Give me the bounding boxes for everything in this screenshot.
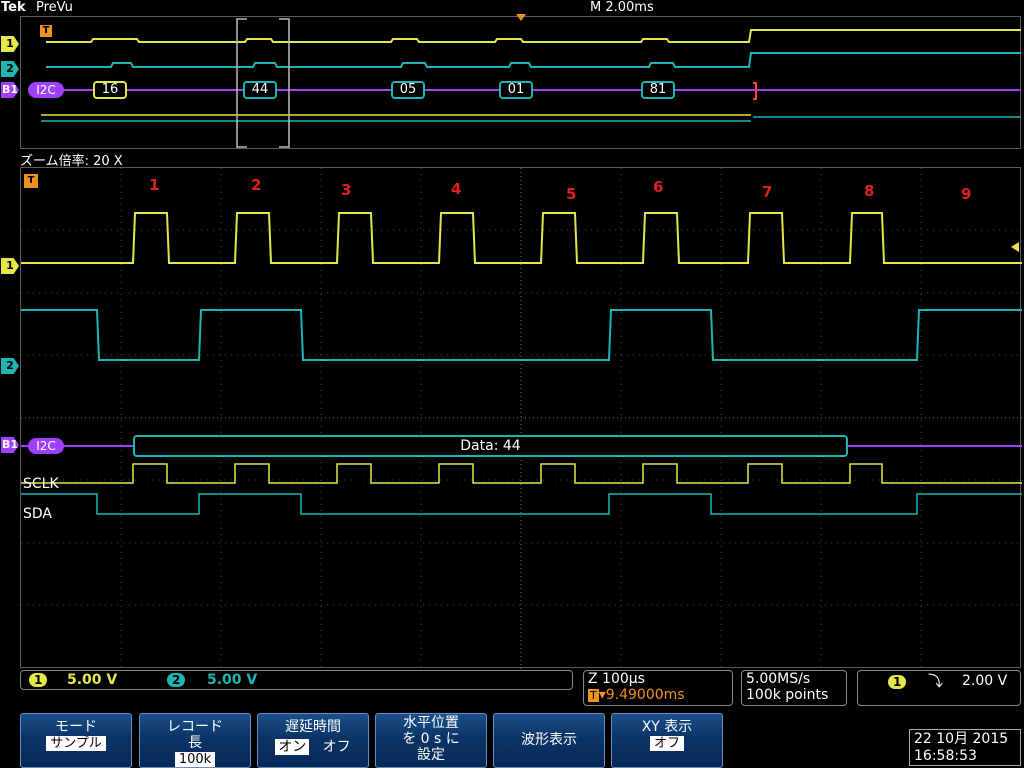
softkey-set-zero-label2: を 0 s に [402,731,460,747]
trigger-marker-main[interactable]: T [24,174,38,188]
softkey-xy-label: XY 表示 [641,719,693,735]
zoom-readout[interactable]: Z 100µs T ▾9.49000ms [583,670,733,706]
timebase-readout: M 2.00ms [590,0,654,15]
bus-marker-main[interactable]: B1 [1,437,19,453]
softkey-mode[interactable]: モード サンプル [20,713,132,768]
ch2-badge[interactable]: 2 [167,673,186,687]
bit-number: 8 [864,182,875,200]
bus-byte-data: 05 [391,81,425,99]
main-waveforms [21,168,1022,669]
bus-label: I2C [28,82,64,98]
bus-byte-data: 01 [499,81,533,99]
bus-label: I2C [28,438,64,454]
softkey-set-horizontal-zero[interactable]: 水平位置 を 0 s に 設定 [375,713,487,768]
trigger-marker-overview[interactable]: T [40,25,52,37]
decoded-packet: Data: 44 [133,435,848,457]
trigger-position: T ▾9.49000ms [588,687,685,703]
main-waveform-plot[interactable]: Data: 44 I2C 1 2 3 4 5 6 7 8 9 SCLK SDA [20,167,1022,669]
date-time-display: 22 10月 2015 16:58:53 [909,729,1021,766]
trigger-readout[interactable]: 1 ⤵ 2.00 V [857,670,1021,706]
sample-rate: 5.00MS/s [746,671,811,687]
ch2-marker-overview[interactable]: 2 [1,61,19,77]
zoom-scale: Z 100µs [588,671,645,687]
channel-readout-bar: 1 5.00 V 2 5.00 V [20,670,573,690]
bit-number: 6 [653,178,664,196]
bit-number: 4 [451,180,462,198]
top-status-bar: Tek PreVu M 2.00ms [0,0,1024,16]
softkey-record-length-value: 100k [174,752,216,767]
softkey-record-length-label2: 長 [188,735,202,751]
softkey-mode-value: サンプル [46,736,106,751]
trigger-slope-icon: ⤵ [928,672,944,690]
bit-number: 2 [251,176,262,194]
record-points: 100k points [746,687,829,703]
tek-logo: Tek [1,0,26,15]
softkey-record-length-label: レコード [167,719,223,735]
ch1-marker-overview[interactable]: 1 [1,36,19,52]
bus-marker-overview[interactable]: B1 [1,82,19,98]
bit-number: 5 [566,185,577,203]
bus-byte-data: 44 [243,81,277,99]
ch1-badge[interactable]: 1 [29,673,48,687]
bit-number: 1 [149,176,160,194]
trigger-position-icon: T [588,689,599,702]
bus-byte-data: 81 [641,81,675,99]
sda-label: SDA [23,506,52,522]
softkey-mode-label: モード [55,719,97,735]
trigger-level: 2.00 V [962,673,1008,689]
softkey-waveform-display[interactable]: 波形表示 [493,713,605,768]
trigger-position-icon [516,14,526,21]
acquisition-mode: PreVu [36,0,73,15]
delay-off-option[interactable]: オフ [323,739,351,755]
softkey-xy-value: オフ [649,736,684,751]
softkey-set-zero-label3: 設定 [417,747,445,763]
trigger-channel-badge: 1 [888,675,907,689]
softkey-delay-label: 遅延時間 [285,719,341,735]
record-overview[interactable]: 16 44 05 01 81 I2C [20,16,1021,149]
acquisition-readout[interactable]: 5.00MS/s 100k points [741,670,847,706]
softkey-record-length[interactable]: レコード 長 100k [139,713,251,768]
ch2-marker-main[interactable]: 2 [1,358,19,374]
bit-number: 3 [341,181,352,199]
bit-number: 7 [762,183,773,201]
softkey-xy-display[interactable]: XY 表示 オフ [611,713,723,768]
bus-byte-address: 16 [93,81,127,99]
sclk-label: SCLK [23,476,59,492]
ch1-scale[interactable]: 5.00 V [67,671,117,689]
time: 16:58:53 [914,748,977,764]
ch1-marker-main[interactable]: 1 [1,258,19,274]
trigger-level-icon [1011,242,1019,252]
delay-on-option[interactable]: オン [275,739,310,755]
softkey-set-zero-label: 水平位置 [403,715,459,731]
softkey-waveform-display-label: 波形表示 [521,732,577,748]
softkey-delay[interactable]: 遅延時間 オン オフ [257,713,369,768]
bit-number: 9 [961,185,972,203]
ch2-scale[interactable]: 5.00 V [207,671,257,689]
date: 22 10月 2015 [914,731,1009,747]
